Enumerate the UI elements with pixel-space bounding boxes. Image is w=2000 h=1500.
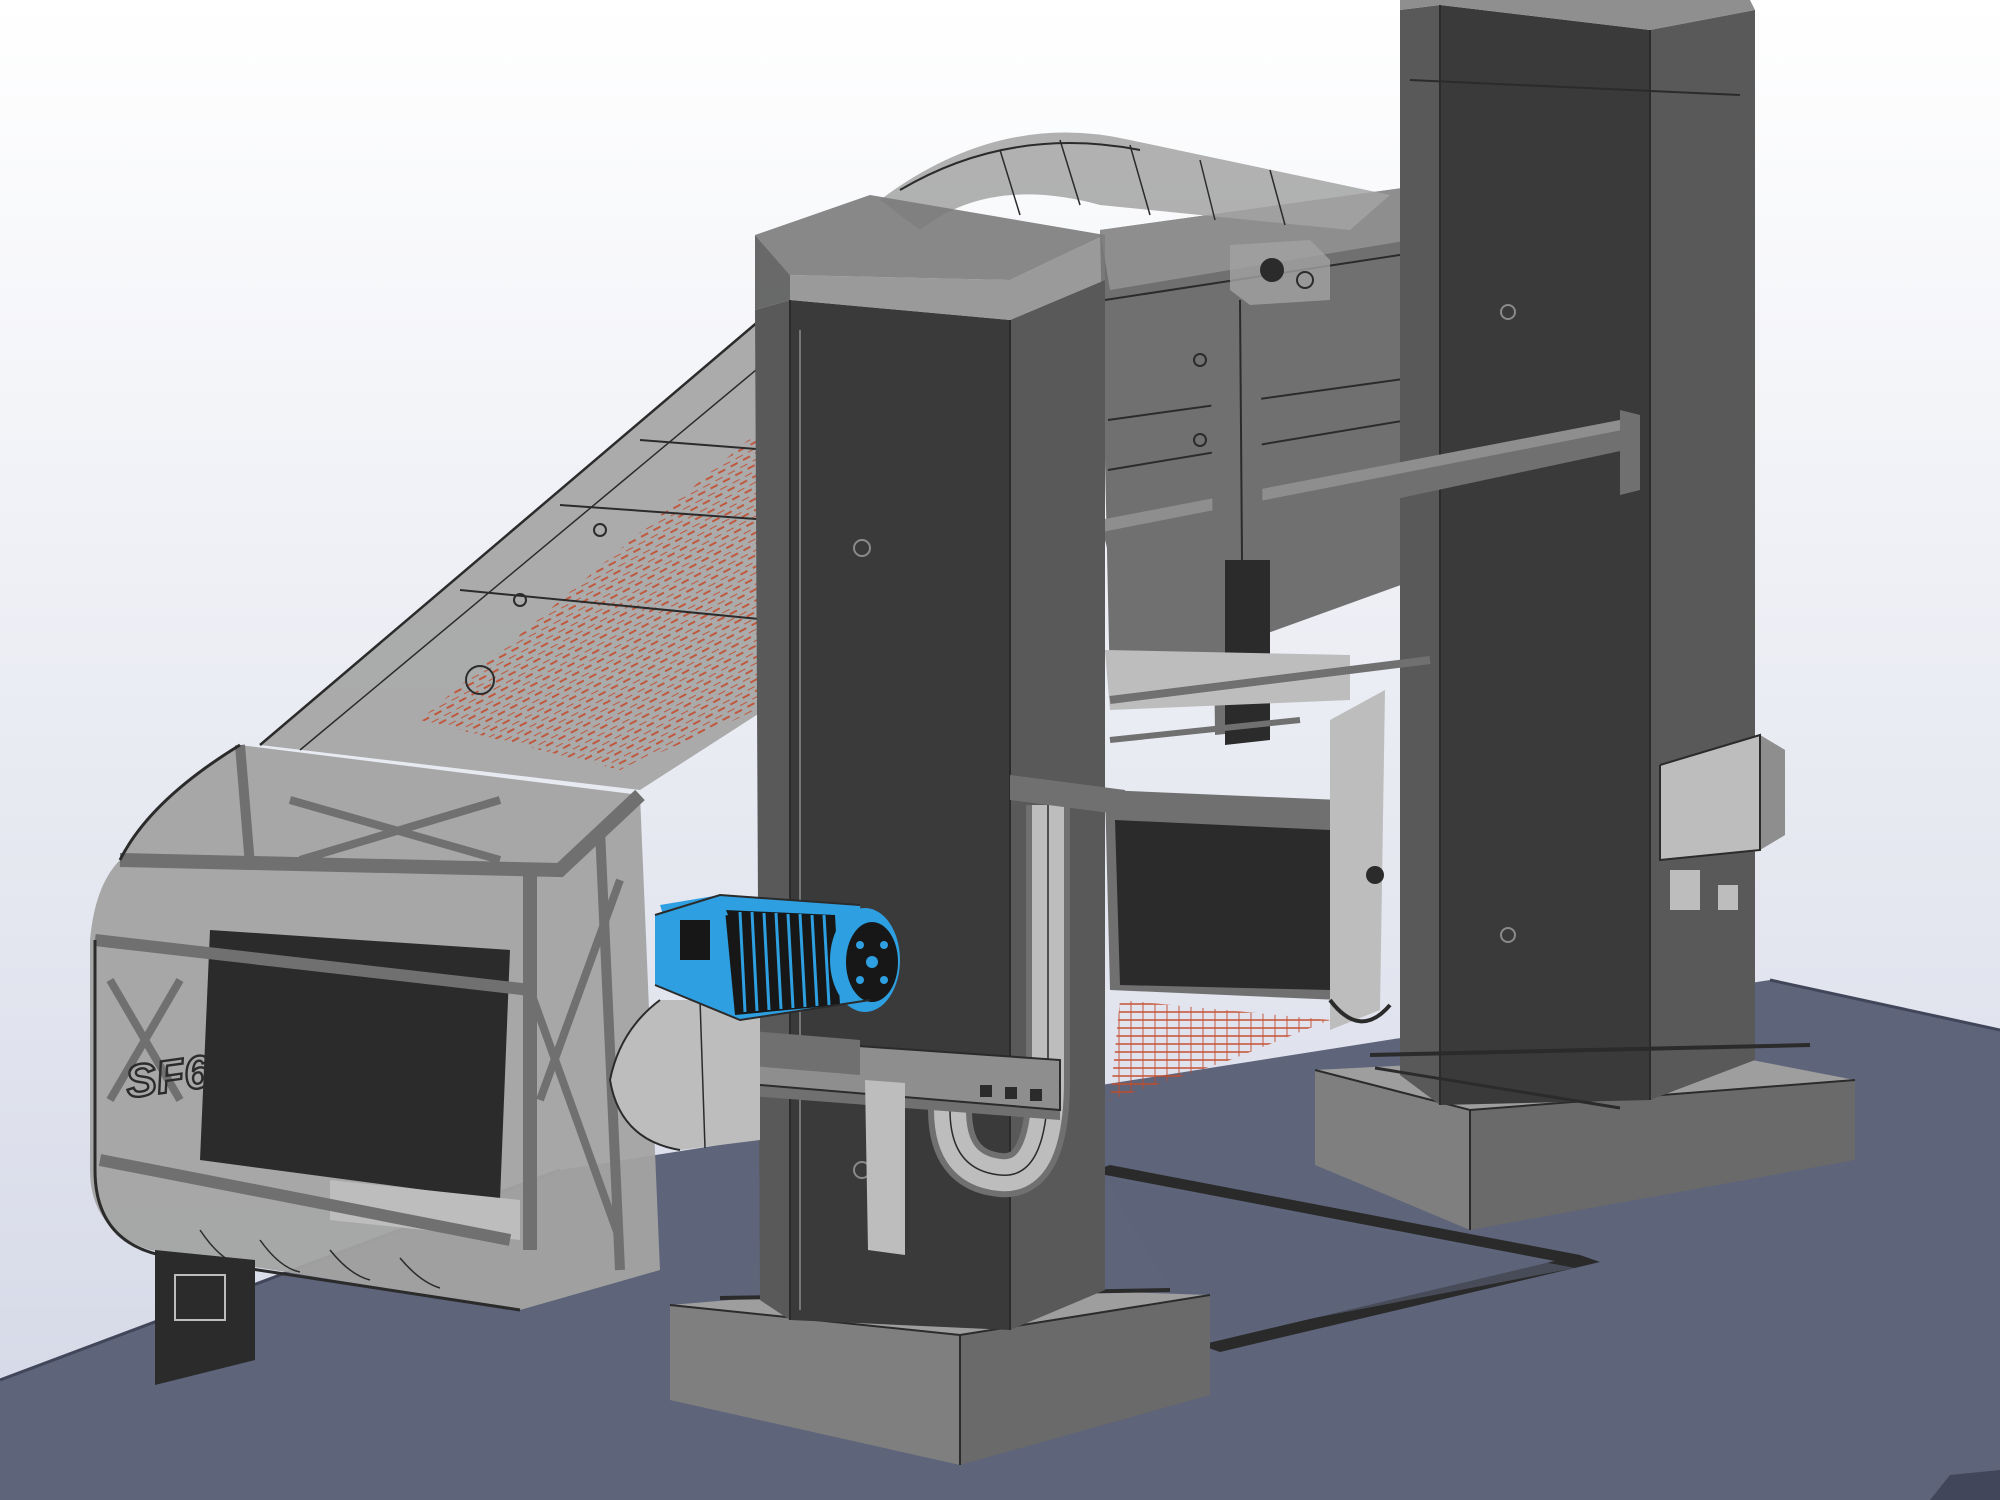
right-column xyxy=(1400,0,1755,1105)
machine-assembly-render: SF65 xyxy=(0,0,2000,1500)
cad-viewport[interactable]: SF65 xyxy=(0,0,2000,1500)
hopper-frame: SF65 xyxy=(90,743,660,1312)
